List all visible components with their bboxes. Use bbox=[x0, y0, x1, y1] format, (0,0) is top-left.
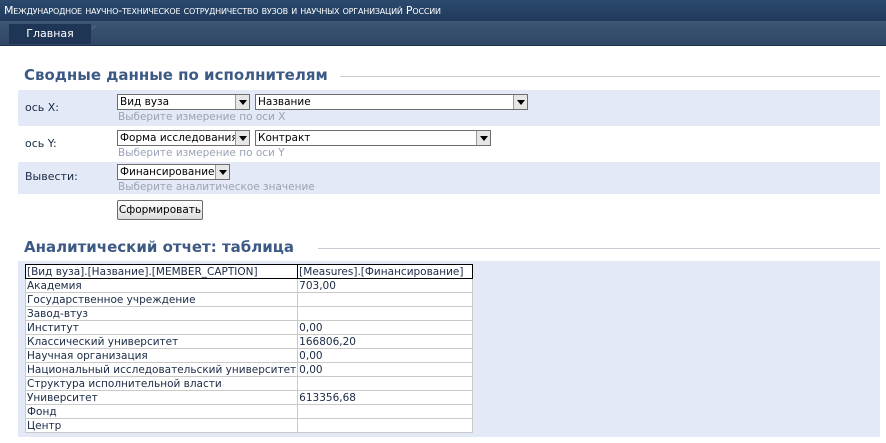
section-divider bbox=[318, 248, 880, 249]
generate-button[interactable]: Сформировать bbox=[117, 200, 203, 220]
report-section-title: Аналитический отчет: таблица bbox=[24, 238, 294, 256]
row-label-cell: Научная организация bbox=[24, 348, 299, 363]
x-attribute-value: Название bbox=[258, 96, 311, 108]
report-table: [Вид вуза].[Название].[MEMBER_CAPTION] [… bbox=[24, 264, 474, 433]
y-dimension-value: Форма исследования bbox=[120, 132, 238, 144]
row-label-cell: Университет bbox=[24, 390, 299, 405]
table-row: Центр bbox=[24, 418, 474, 433]
x-axis-label: ось X: bbox=[25, 101, 59, 114]
y-dimension-select[interactable]: Форма исследования bbox=[117, 130, 250, 146]
table-row: Фонд bbox=[24, 404, 474, 419]
x-dimension-select[interactable]: Вид вуза bbox=[117, 94, 250, 110]
row-label-cell: Национальный исследовательский университ… bbox=[24, 362, 299, 377]
summary-section-title: Сводные данные по исполнителям bbox=[24, 66, 328, 84]
chevron-down-icon bbox=[215, 165, 229, 179]
output-value: Финансирование bbox=[120, 166, 215, 178]
x-axis-hint: Выберите измерение по оси X bbox=[118, 111, 286, 123]
y-axis-label: ось Y: bbox=[25, 137, 57, 150]
section-divider bbox=[340, 76, 880, 77]
row-value-cell bbox=[297, 376, 474, 391]
chevron-down-icon bbox=[513, 95, 527, 109]
row-value-cell: 703,00 bbox=[297, 278, 474, 293]
site-title-bar: Международное научно-техническое сотрудн… bbox=[0, 0, 886, 21]
table-row: Институт 0,00 bbox=[24, 320, 474, 335]
output-row: Вывести: Финансирование Выберите аналити… bbox=[18, 162, 880, 194]
y-axis-row: ось Y: Форма исследования Контракт Выбер… bbox=[18, 126, 880, 162]
chevron-down-icon bbox=[476, 131, 490, 145]
table-header-row: [Вид вуза].[Название].[MEMBER_CAPTION] [… bbox=[24, 264, 474, 279]
chevron-down-icon bbox=[235, 131, 249, 145]
column-header: [Measures].[Финансирование] bbox=[297, 264, 474, 279]
row-value-cell: 0,00 bbox=[297, 348, 474, 363]
x-dimension-value: Вид вуза bbox=[120, 96, 170, 108]
site-title: Международное научно-техническое сотрудн… bbox=[4, 4, 441, 17]
output-hint: Выберите аналитическое значение bbox=[118, 181, 315, 193]
row-label-cell: Структура исполнительной власти bbox=[24, 376, 299, 391]
row-value-cell: 613356,68 bbox=[297, 390, 474, 405]
y-attribute-select[interactable]: Контракт bbox=[255, 130, 491, 146]
row-label-cell: Институт bbox=[24, 320, 299, 335]
output-label: Вывести: bbox=[25, 170, 78, 183]
table-row: Завод-втуз bbox=[24, 306, 474, 321]
row-value-cell bbox=[297, 418, 474, 433]
x-axis-row: ось X: Вид вуза Название Выберите измере… bbox=[18, 90, 880, 126]
row-value-cell: 166806,20 bbox=[297, 334, 474, 349]
output-select[interactable]: Финансирование bbox=[117, 164, 230, 180]
nav-item-home[interactable]: Главная bbox=[9, 24, 91, 44]
row-label-cell: Фонд bbox=[24, 404, 299, 419]
row-value-cell bbox=[297, 292, 474, 307]
row-label-cell: Академия bbox=[24, 278, 299, 293]
row-value-cell: 0,00 bbox=[297, 320, 474, 335]
row-label-cell: Государственное учреждение bbox=[24, 292, 299, 307]
table-row: Научная организация 0,00 bbox=[24, 348, 474, 363]
y-attribute-value: Контракт bbox=[258, 132, 311, 144]
row-label-cell: Центр bbox=[24, 418, 299, 433]
row-label-cell: Классический университет bbox=[24, 334, 299, 349]
nav-corner-decoration: ◜ bbox=[92, 25, 96, 35]
chevron-down-icon bbox=[235, 95, 249, 109]
table-row: Национальный исследовательский университ… bbox=[24, 362, 474, 377]
row-label-cell: Завод-втуз bbox=[24, 306, 299, 321]
table-row: Академия 703,00 bbox=[24, 278, 474, 293]
row-value-cell: 0,00 bbox=[297, 362, 474, 377]
table-row: Классический университет 166806,20 bbox=[24, 334, 474, 349]
x-attribute-select[interactable]: Название bbox=[255, 94, 528, 110]
column-header: [Вид вуза].[Название].[MEMBER_CAPTION] bbox=[24, 264, 299, 279]
table-row: Государственное учреждение bbox=[24, 292, 474, 307]
table-row: Структура исполнительной власти bbox=[24, 376, 474, 391]
y-axis-hint: Выберите измерение по оси Y bbox=[118, 147, 285, 159]
table-row: Университет 613356,68 bbox=[24, 390, 474, 405]
main-nav: Главная ◜ bbox=[0, 21, 886, 46]
row-value-cell bbox=[297, 404, 474, 419]
row-value-cell bbox=[297, 306, 474, 321]
